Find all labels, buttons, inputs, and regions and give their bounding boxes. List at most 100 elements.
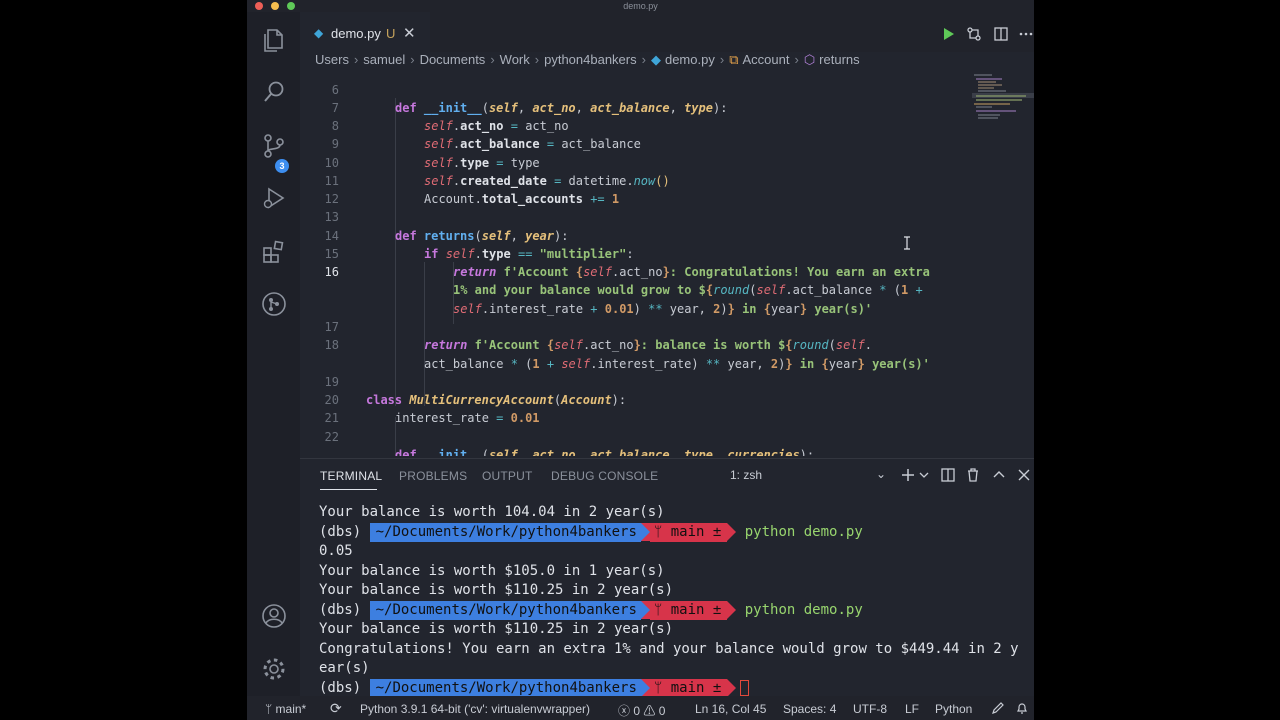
encoding[interactable]: UTF-8 [853, 702, 887, 716]
git-branch-icon: ᛘ [653, 523, 663, 540]
method-symbol-icon: ⬡ [803, 52, 816, 67]
line-number: 22 [324, 430, 339, 444]
env-label: (dbs) [319, 523, 362, 540]
tab-modified-marker: U [386, 26, 396, 41]
terminal-prompt: (dbs) ~/Documents/Work/python4bankers ᛘ m… [319, 600, 863, 620]
terminal-line: Congratulations! You earn an extra 1% an… [319, 640, 1019, 657]
error-icon: ⓧ [618, 704, 631, 718]
code-line: self.act_no = act_no [424, 119, 569, 133]
indentation[interactable]: Spaces: 4 [783, 702, 836, 716]
code-line: return f'Account {self.act_no}: Congratu… [453, 265, 930, 279]
terminal-shell-select[interactable]: 1: zsh ⌄ [730, 467, 890, 484]
code-line: def returns(self, year): [395, 229, 569, 243]
git-branch-label: main ± [670, 601, 722, 618]
warning-icon: ⚠ [643, 704, 656, 718]
line-number: 10 [324, 156, 339, 170]
prompt-separator [640, 522, 650, 541]
line-number: 6 [331, 83, 339, 97]
code-line-wrapped: self.interest_rate + 0.01) ** year, 2)} … [453, 302, 873, 316]
line-number: 8 [331, 119, 339, 133]
run-file-icon[interactable] [940, 26, 956, 42]
launch-profile-chevron-icon[interactable] [916, 467, 932, 483]
code-line-wrapped: 1% and your balance would grow to ${roun… [453, 283, 923, 297]
env-label: (dbs) [319, 601, 362, 618]
line-number: 21 [324, 411, 339, 425]
line-number: 14 [324, 229, 339, 243]
split-editor-icon[interactable] [993, 26, 1009, 42]
account-icon[interactable] [260, 602, 288, 630]
git-branch-status[interactable]: ᛘ main* [265, 702, 306, 716]
terminal-line: Your balance is worth $110.25 in 2 year(… [319, 621, 674, 637]
vscode-window: demo.py 3 ◆ demo.py U ✕ Users › samuel ›… [247, 0, 1034, 720]
open-changes-icon[interactable] [966, 26, 982, 42]
end-of-line[interactable]: LF [905, 702, 919, 716]
code-line: self.type = type [424, 156, 540, 170]
maximize-panel-icon[interactable] [991, 467, 1007, 483]
terminal-line: Your balance is worth 104.04 in 2 year(s… [319, 504, 665, 520]
source-control-badge: 3 [275, 159, 289, 173]
text-cursor-icon [904, 236, 910, 250]
tab-close-icon[interactable]: ✕ [403, 24, 416, 42]
explorer-icon[interactable] [260, 26, 288, 54]
more-actions-icon[interactable] [1018, 26, 1034, 42]
code-editor[interactable]: 6 7 def __init__(self, act_no, act_balan… [300, 72, 1034, 456]
breadcrumb-item[interactable]: demo.py [665, 52, 715, 67]
code-line: def __init__(self, act_no, act_balance, … [395, 101, 728, 115]
line-number: 7 [331, 101, 339, 115]
git-branch-segment: ᛘ main ± [649, 678, 728, 698]
code-line: class MultiCurrencyAccount(Account): [366, 393, 627, 407]
sync-icon[interactable]: ⟳ [330, 700, 342, 717]
code-line: interest_rate = 0.01 [395, 411, 540, 425]
prompt-separator [640, 678, 650, 697]
terminal-prompt: (dbs) ~/Documents/Work/python4bankers ᛘ m… [319, 522, 863, 542]
line-number-current: 16 [324, 265, 339, 279]
git-branch-icon: ᛘ [265, 702, 273, 716]
git-branch-icon: ᛘ [653, 601, 663, 618]
breadcrumb-item[interactable]: python4bankers [544, 52, 637, 67]
prompt-path: ~/Documents/Work/python4bankers [369, 678, 641, 698]
terminal-line: Your balance is worth $105.0 in 1 year(s… [319, 562, 665, 579]
code-line: Account.total_accounts += 1 [424, 192, 620, 206]
line-number: 20 [324, 393, 339, 407]
python-interpreter[interactable]: Python 3.9.1 64-bit ('cv': virtualenvwra… [360, 702, 590, 716]
breadcrumb-item[interactable]: samuel [363, 52, 405, 67]
line-number: 12 [324, 192, 339, 206]
code-line: return f'Account {self.act_no}: balance … [424, 338, 873, 352]
tab-debug-console[interactable]: DEBUG CONSOLE [551, 469, 658, 483]
cursor-position[interactable]: Ln 16, Col 45 [695, 702, 766, 716]
git-branch-segment: ᛘ main ± [649, 522, 728, 542]
breadcrumb-item[interactable]: returns [819, 52, 859, 67]
indent-guide [395, 98, 396, 406]
source-control-icon[interactable] [260, 132, 288, 160]
new-terminal-icon[interactable] [900, 467, 916, 483]
git-graph-icon[interactable] [260, 290, 288, 318]
breadcrumb-item[interactable]: Users [315, 52, 349, 67]
tab-problems[interactable]: PROBLEMS [399, 469, 467, 483]
breadcrumb-item[interactable]: Documents [420, 52, 486, 67]
window-title: demo.py [623, 1, 658, 11]
notifications-bell-icon[interactable] [1015, 701, 1029, 715]
warning-count: 0 [658, 704, 666, 718]
breadcrumb-item[interactable]: Account [742, 52, 789, 67]
tab-demo-py[interactable]: ◆ demo.py U ✕ [300, 12, 430, 52]
trash-icon[interactable] [965, 467, 981, 483]
tab-output[interactable]: OUTPUT [482, 469, 533, 483]
code-line: self.act_balance = act_balance [424, 137, 641, 151]
problems-summary[interactable]: ⓧ 0 ⚠ 0 [618, 702, 665, 719]
run-debug-icon[interactable] [260, 184, 288, 212]
language-mode[interactable]: Python [935, 702, 972, 716]
code-line-partial: def __init__(self, act_no, act_balance, … [395, 448, 815, 456]
branch-label: main* [275, 702, 307, 716]
breadcrumb-item[interactable]: Work [500, 52, 530, 67]
close-panel-icon[interactable] [1016, 467, 1032, 483]
minimap[interactable] [972, 72, 1034, 152]
settings-gear-icon[interactable] [260, 655, 288, 683]
line-number: 17 [324, 320, 339, 334]
split-terminal-icon[interactable] [940, 467, 956, 483]
line-number: 19 [324, 375, 339, 389]
extensions-icon[interactable] [260, 238, 288, 266]
tab-terminal[interactable]: TERMINAL [320, 469, 382, 483]
code-line-wrapped: act_balance * (1 + self.interest_rate) *… [424, 357, 930, 371]
feedback-icon[interactable] [991, 701, 1005, 715]
search-icon[interactable] [260, 78, 288, 106]
